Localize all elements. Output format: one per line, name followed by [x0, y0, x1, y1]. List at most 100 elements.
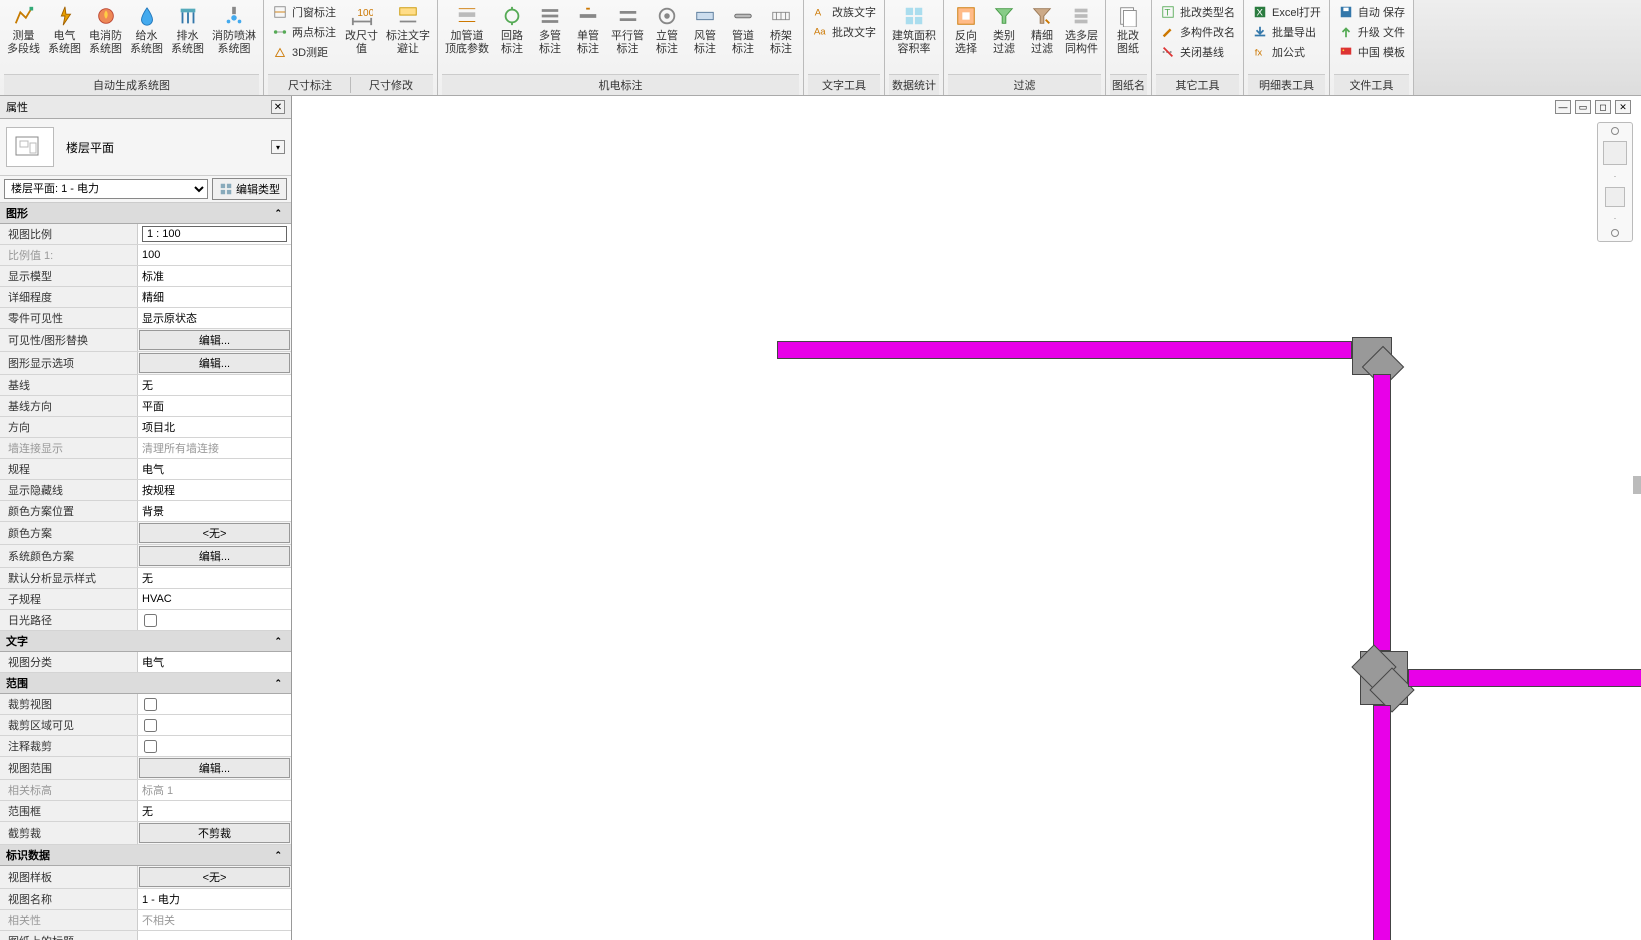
- val-show-hidden[interactable]: 按规程: [138, 480, 291, 500]
- btn-elec-sys[interactable]: 电气 系统图: [45, 2, 84, 58]
- btn-add-formula[interactable]: fx加公式: [1248, 42, 1325, 62]
- btn-door-dim[interactable]: 门窗标注: [268, 2, 340, 22]
- edit-type-button[interactable]: 编辑类型: [212, 178, 287, 200]
- close-window-icon[interactable]: ✕: [1615, 100, 1631, 114]
- drawing-canvas[interactable]: — ▭ ◻ ✕ · ·: [292, 96, 1641, 940]
- instance-selector[interactable]: 楼层平面: 1 - 电力: [4, 179, 208, 199]
- nav-face-icon[interactable]: [1605, 187, 1625, 207]
- btn-vis-override[interactable]: 编辑...: [139, 330, 290, 350]
- check-anno-crop[interactable]: [138, 736, 291, 756]
- btn-circuit-tag[interactable]: 回路 标注: [494, 2, 530, 58]
- ribbon-group-other: T批改类型名 多构件改名 关闭基线 其它工具: [1152, 0, 1244, 95]
- category-text[interactable]: 文字⌃: [0, 631, 291, 652]
- btn-3d-measure[interactable]: 3D测距: [268, 42, 340, 62]
- type-selector[interactable]: 楼层平面 ▾: [0, 119, 291, 176]
- btn-sys-color[interactable]: 编辑...: [139, 546, 290, 566]
- btn-depth-clip[interactable]: 不剪裁: [139, 823, 290, 843]
- btn-upgrade-file[interactable]: 升级 文件: [1334, 22, 1409, 42]
- btn-china-template[interactable]: 中国 模板: [1334, 42, 1409, 62]
- val-scope-box[interactable]: 无: [138, 801, 291, 821]
- btn-batch-type[interactable]: T批改类型名: [1156, 2, 1239, 22]
- btn-invert-sel[interactable]: 反向 选择: [948, 2, 984, 58]
- btn-gfx-opts[interactable]: 编辑...: [139, 353, 290, 373]
- btn-batch-export[interactable]: 批量导出: [1248, 22, 1325, 42]
- check-sun-path[interactable]: [138, 610, 291, 630]
- btn-parallel-pipe[interactable]: 平行管 标注: [608, 2, 647, 58]
- navigation-bar[interactable]: · ·: [1597, 122, 1633, 242]
- check-crop-view[interactable]: [138, 694, 291, 714]
- btn-multi-rename[interactable]: 多构件改名: [1156, 22, 1239, 42]
- label-depth-clip: 截剪裁: [0, 822, 138, 844]
- export-icon: [1252, 24, 1268, 40]
- properties-body[interactable]: 图形⌃ 视图比例 比例值 1:100 显示模型标准 详细程度精细 零件可见性显示…: [0, 203, 291, 940]
- btn-excel-open[interactable]: XExcel打开: [1248, 2, 1325, 22]
- btn-auto-save[interactable]: 自动 保存: [1334, 2, 1409, 22]
- btn-batch-text[interactable]: Aa批改文字: [808, 22, 880, 42]
- btn-close-baseline[interactable]: 关闭基线: [1156, 42, 1239, 62]
- category-extent[interactable]: 范围⌃: [0, 673, 291, 694]
- btn-single-pipe-tag[interactable]: 单管 标注: [570, 2, 606, 58]
- minimize-icon[interactable]: —: [1555, 100, 1571, 114]
- btn-water-sys[interactable]: 给水 系统图: [127, 2, 166, 58]
- category-identity[interactable]: 标识数据⌃: [0, 845, 291, 866]
- btn-fire-elec[interactable]: 电消防 系统图: [86, 2, 125, 58]
- btn-tray-tag[interactable]: 桥架 标注: [763, 2, 799, 58]
- para-icon: [616, 4, 640, 28]
- val-direction[interactable]: 项目北: [138, 417, 291, 437]
- close-icon[interactable]: ✕: [271, 100, 285, 114]
- check-crop-vis[interactable]: [138, 715, 291, 735]
- val-color-loc[interactable]: 背景: [138, 501, 291, 521]
- val-analysis[interactable]: 无: [138, 568, 291, 588]
- nav-home-icon[interactable]: [1603, 141, 1627, 165]
- val-baseline[interactable]: 无: [138, 375, 291, 395]
- category-graphics[interactable]: 图形⌃: [0, 203, 291, 224]
- btn-pipe-param[interactable]: 加管道 顶底参数: [442, 2, 492, 58]
- btn-change-family-text[interactable]: A改族文字: [808, 2, 880, 22]
- val-base-dir[interactable]: 平面: [138, 396, 291, 416]
- val-part-vis[interactable]: 显示原状态: [138, 308, 291, 328]
- nav-dot-icon[interactable]: [1611, 127, 1619, 135]
- val-view-class[interactable]: 电气: [138, 652, 291, 672]
- val-sub-disc[interactable]: HVAC: [138, 589, 291, 609]
- btn-multi-level[interactable]: 选多层 同构件: [1062, 2, 1101, 58]
- btn-change-dim[interactable]: 100改尺寸 值: [342, 2, 381, 58]
- restore-icon[interactable]: ▭: [1575, 100, 1591, 114]
- scroll-indicator[interactable]: [1633, 476, 1641, 494]
- btn-cat-filter[interactable]: 类别 过滤: [986, 2, 1022, 58]
- val-detail[interactable]: 精细: [138, 287, 291, 307]
- btn-fine-filter[interactable]: 精细 过滤: [1024, 2, 1060, 58]
- val-disp-model[interactable]: 标准: [138, 266, 291, 286]
- btn-pipe-tag[interactable]: 管道 标注: [725, 2, 761, 58]
- btn-batch-sheet[interactable]: 批改 图纸: [1110, 2, 1146, 58]
- nav-dot-icon[interactable]: [1611, 229, 1619, 237]
- btn-two-point-dim[interactable]: 两点标注: [268, 22, 340, 42]
- btn-view-range[interactable]: 编辑...: [139, 758, 290, 778]
- collapse-icon[interactable]: ⌃: [271, 636, 285, 647]
- collapse-icon[interactable]: ⌃: [271, 678, 285, 689]
- chevron-down-icon[interactable]: ▾: [271, 140, 285, 154]
- btn-duct-tag[interactable]: 风管 标注: [687, 2, 723, 58]
- svg-text:Aa: Aa: [814, 27, 826, 38]
- btn-view-tmpl[interactable]: <无>: [139, 867, 290, 887]
- pipe-segment[interactable]: [777, 341, 1352, 359]
- btn-drain-sys[interactable]: 排水 系统图: [168, 2, 207, 58]
- svg-text:X: X: [1257, 8, 1264, 19]
- btn-text-avoid[interactable]: 标注文字 避让: [383, 2, 433, 58]
- btn-riser-tag[interactable]: 立管 标注: [649, 2, 685, 58]
- btn-color-scheme[interactable]: <无>: [139, 523, 290, 543]
- btn-multi-pipe-tag[interactable]: 多管 标注: [532, 2, 568, 58]
- pipe-segment[interactable]: [1373, 374, 1391, 651]
- val-sheet-title[interactable]: [138, 931, 291, 940]
- maximize-icon[interactable]: ◻: [1595, 100, 1611, 114]
- btn-area-ratio[interactable]: 建筑面积 容积率: [889, 2, 939, 58]
- collapse-icon[interactable]: ⌃: [271, 850, 285, 861]
- input-view-scale[interactable]: [138, 224, 291, 244]
- val-discipline[interactable]: 电气: [138, 459, 291, 479]
- ribbon-group-mep-tag: 加管道 顶底参数 回路 标注 多管 标注 单管 标注 平行管 标注 立管 标注 …: [438, 0, 804, 95]
- btn-sprinkler[interactable]: 消防喷淋 系统图: [209, 2, 259, 58]
- val-view-name[interactable]: 1 - 电力: [138, 889, 291, 909]
- collapse-icon[interactable]: ⌃: [271, 208, 285, 219]
- btn-polyline-measure[interactable]: 测量 多段线: [4, 2, 43, 58]
- pipe-segment[interactable]: [1408, 669, 1641, 687]
- pipe-segment[interactable]: [1373, 705, 1391, 940]
